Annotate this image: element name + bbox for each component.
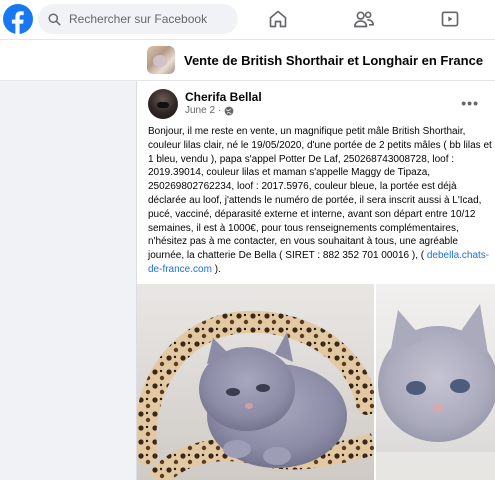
friends-icon[interactable] xyxy=(351,7,377,31)
more-options-button[interactable]: ••• xyxy=(461,95,479,111)
search-icon xyxy=(48,12,61,26)
search-bar[interactable] xyxy=(38,4,238,34)
post-meta: June 2 · xyxy=(185,105,234,116)
author-avatar[interactable] xyxy=(148,89,178,119)
top-navigation-bar xyxy=(0,0,495,40)
group-header: Vente de British Shorthair et Longhair e… xyxy=(0,40,495,81)
post-card: Cherifa Bellal June 2 · ••• Bonjour, il … xyxy=(136,81,495,480)
post-date[interactable]: June 2 xyxy=(185,105,215,116)
post-text-end: ). xyxy=(211,263,221,275)
post-text: Bonjour, il me reste en vente, un magnif… xyxy=(148,125,492,277)
search-input[interactable] xyxy=(69,12,229,26)
facebook-logo-icon[interactable] xyxy=(3,4,33,34)
watch-icon[interactable] xyxy=(437,7,463,31)
post-text-main: Bonjour, il me reste en vente, un magnif… xyxy=(148,126,492,262)
post-author[interactable]: Cherifa Bellal xyxy=(185,90,262,104)
group-title[interactable]: Vente de British Shorthair et Longhair e… xyxy=(184,53,483,68)
globe-icon xyxy=(225,106,234,115)
meta-separator: · xyxy=(218,105,222,116)
post-photo-2[interactable] xyxy=(376,284,495,480)
post-photo-1[interactable] xyxy=(137,284,374,480)
group-thumbnail[interactable] xyxy=(147,46,175,74)
home-icon[interactable] xyxy=(265,7,291,31)
